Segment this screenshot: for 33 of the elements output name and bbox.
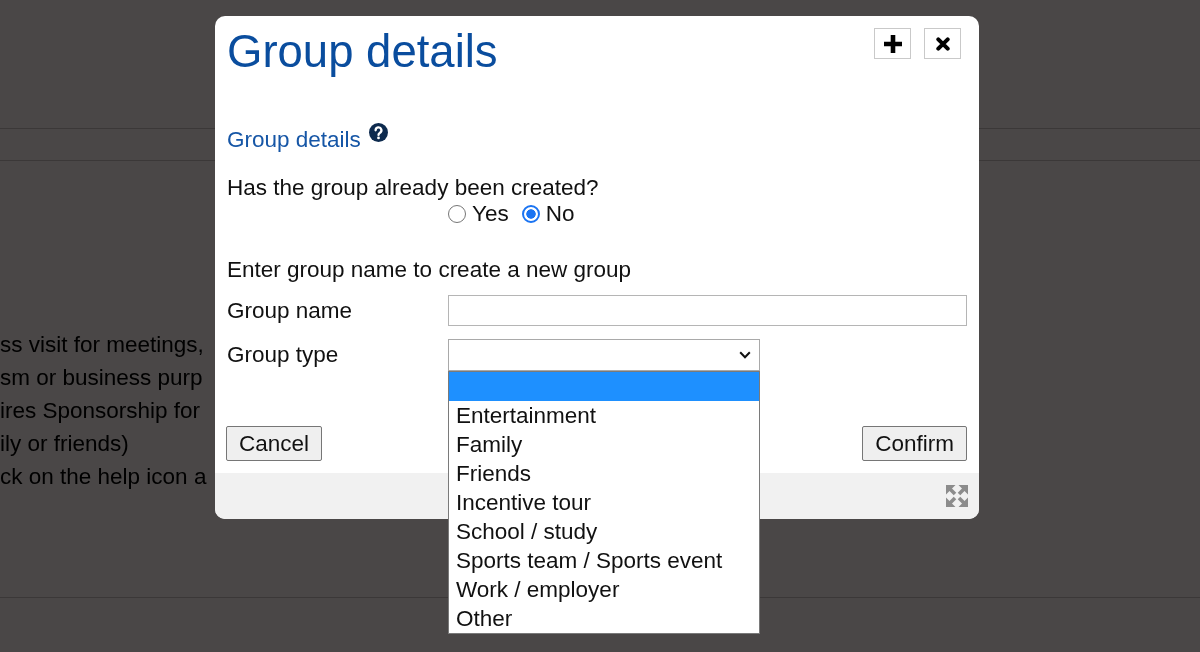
dropdown-option[interactable]: Friends — [449, 459, 759, 488]
dropdown-option[interactable]: Entertainment — [449, 401, 759, 430]
radio-button[interactable] — [521, 205, 540, 223]
instruction-text: Enter group name to create a new group — [227, 257, 631, 283]
page-text: sm or business purp — [0, 364, 203, 392]
dialog-title: Group details — [227, 26, 498, 78]
dropdown-option[interactable]: Family — [449, 430, 759, 459]
dropdown-option[interactable]: Sports team / Sports event — [449, 546, 759, 575]
section-heading: Group details — [227, 127, 361, 153]
page-text: ily or friends) — [0, 430, 129, 458]
select-field[interactable] — [448, 339, 760, 371]
chevron-icon — [739, 351, 751, 359]
expand-icon[interactable] — [946, 485, 968, 507]
page-text: ss visit for meetings, — [0, 331, 204, 359]
page-text: ires Sponsorship for — [0, 397, 201, 425]
radio-label: No — [545, 201, 575, 227]
field-label: Group name — [227, 297, 353, 324]
cancel-button[interactable]: Cancel — [226, 426, 323, 461]
plus-icon — [883, 34, 902, 53]
question-label: Has the group already been created? — [227, 175, 599, 201]
confirm-button[interactable]: Confirm — [862, 426, 967, 461]
add-button[interactable] — [874, 28, 911, 59]
dropdown-option[interactable]: Other — [449, 604, 759, 633]
dropdown-option[interactable]: Work / employer — [449, 575, 759, 604]
radio-label: Yes — [472, 201, 509, 227]
close-button[interactable] — [924, 28, 961, 59]
field-label: Group type — [227, 342, 339, 368]
text-input[interactable] — [448, 295, 967, 326]
dropdown-option[interactable]: School / study — [449, 517, 759, 546]
help-icon[interactable] — [368, 123, 388, 142]
radio-button[interactable] — [448, 205, 466, 223]
close-icon — [935, 36, 950, 51]
page-text: ck on the help icon a — [0, 463, 207, 491]
